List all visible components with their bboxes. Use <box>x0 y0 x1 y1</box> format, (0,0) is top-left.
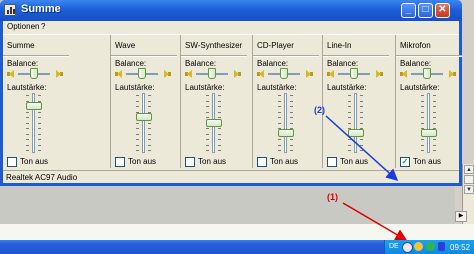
security-tray-icon[interactable] <box>426 242 435 251</box>
annotation-label-1: (1) <box>327 192 338 202</box>
clock: 09:52 <box>450 243 471 252</box>
system-tray: DE 09:52 <box>384 240 474 254</box>
annotation-arrows <box>325 115 408 241</box>
network-tray-icon[interactable] <box>414 242 423 251</box>
annotation-label-2: (2) <box>314 105 325 115</box>
arrow-1 <box>342 202 408 241</box>
language-indicator[interactable]: DE <box>389 243 399 250</box>
bluetooth-tray-icon[interactable] <box>438 242 445 251</box>
speaker-tray-icon[interactable] <box>402 242 413 253</box>
arrow-2 <box>325 115 399 182</box>
